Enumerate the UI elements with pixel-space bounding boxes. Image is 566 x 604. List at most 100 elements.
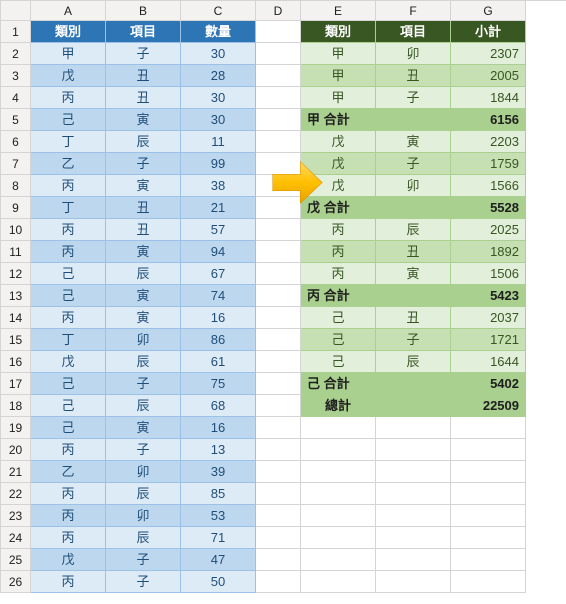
blue-cell[interactable]: 85 <box>181 483 256 505</box>
green-cell[interactable]: 戊 <box>301 131 376 153</box>
subtotal-value[interactable]: 6156 <box>451 109 526 131</box>
subtotal-cell[interactable] <box>376 109 451 131</box>
empty-cell[interactable] <box>301 461 376 483</box>
empty-cell[interactable] <box>301 439 376 461</box>
blue-cell[interactable]: 戊 <box>31 351 106 373</box>
row-header-12[interactable]: 12 <box>1 263 31 285</box>
empty-cell[interactable] <box>256 65 301 87</box>
subtotal-cell[interactable] <box>376 285 451 307</box>
empty-cell[interactable] <box>256 219 301 241</box>
blue-cell[interactable]: 丙 <box>31 175 106 197</box>
blue-cell[interactable]: 丁 <box>31 197 106 219</box>
row-header-11[interactable]: 11 <box>1 241 31 263</box>
empty-cell[interactable] <box>451 571 526 593</box>
empty-cell[interactable] <box>376 461 451 483</box>
green-cell[interactable]: 甲 <box>301 87 376 109</box>
blue-cell[interactable]: 74 <box>181 285 256 307</box>
green-cell[interactable]: 1721 <box>451 329 526 351</box>
empty-cell[interactable] <box>256 263 301 285</box>
empty-cell[interactable] <box>256 87 301 109</box>
blue-cell[interactable]: 辰 <box>106 483 181 505</box>
row-header-7[interactable]: 7 <box>1 153 31 175</box>
empty-cell[interactable] <box>376 527 451 549</box>
blue-cell[interactable]: 丑 <box>106 219 181 241</box>
blue-cell[interactable]: 丑 <box>106 197 181 219</box>
blue-cell[interactable]: 75 <box>181 373 256 395</box>
row-header-4[interactable]: 4 <box>1 87 31 109</box>
green-cell[interactable]: 丙 <box>301 241 376 263</box>
blue-cell[interactable]: 丙 <box>31 505 106 527</box>
empty-cell[interactable] <box>256 43 301 65</box>
blue-cell[interactable]: 丙 <box>31 527 106 549</box>
green-cell[interactable]: 子 <box>376 329 451 351</box>
blue-cell[interactable]: 53 <box>181 505 256 527</box>
empty-cell[interactable] <box>451 483 526 505</box>
subtotal-label[interactable]: 甲 合計 <box>301 109 376 131</box>
empty-cell[interactable] <box>256 483 301 505</box>
row-header-13[interactable]: 13 <box>1 285 31 307</box>
empty-cell[interactable] <box>451 527 526 549</box>
blue-cell[interactable]: 47 <box>181 549 256 571</box>
blue-cell[interactable]: 寅 <box>106 307 181 329</box>
subtotal-value[interactable]: 5528 <box>451 197 526 219</box>
row-header-18[interactable]: 18 <box>1 395 31 417</box>
grand-total-cell[interactable] <box>376 395 451 417</box>
green-cell[interactable]: 辰 <box>376 351 451 373</box>
blue-cell[interactable]: 丑 <box>106 65 181 87</box>
green-cell[interactable]: 子 <box>376 153 451 175</box>
blue-cell[interactable]: 己 <box>31 263 106 285</box>
blue-cell[interactable]: 己 <box>31 285 106 307</box>
green-cell[interactable]: 寅 <box>376 263 451 285</box>
green-header[interactable]: 類別 <box>301 21 376 43</box>
col-header-B[interactable]: B <box>106 1 181 21</box>
select-all-corner[interactable] <box>1 1 31 21</box>
green-header[interactable]: 小計 <box>451 21 526 43</box>
green-cell[interactable]: 2037 <box>451 307 526 329</box>
green-cell[interactable]: 己 <box>301 307 376 329</box>
empty-cell[interactable] <box>256 527 301 549</box>
blue-cell[interactable]: 21 <box>181 197 256 219</box>
green-cell[interactable]: 卯 <box>376 43 451 65</box>
blue-cell[interactable]: 丁 <box>31 131 106 153</box>
blue-cell[interactable]: 辰 <box>106 263 181 285</box>
empty-cell[interactable] <box>256 461 301 483</box>
green-cell[interactable]: 1506 <box>451 263 526 285</box>
col-header-E[interactable]: E <box>301 1 376 21</box>
empty-cell[interactable] <box>376 571 451 593</box>
blue-cell[interactable]: 99 <box>181 153 256 175</box>
green-cell[interactable]: 2307 <box>451 43 526 65</box>
empty-cell[interactable] <box>376 483 451 505</box>
green-header[interactable]: 項目 <box>376 21 451 43</box>
empty-cell[interactable] <box>256 417 301 439</box>
empty-cell[interactable] <box>256 505 301 527</box>
blue-cell[interactable]: 卯 <box>106 505 181 527</box>
blue-cell[interactable]: 16 <box>181 307 256 329</box>
blue-cell[interactable]: 戊 <box>31 65 106 87</box>
grand-total-label[interactable]: 總計 <box>301 395 376 417</box>
blue-cell[interactable]: 寅 <box>106 175 181 197</box>
row-header-24[interactable]: 24 <box>1 527 31 549</box>
blue-cell[interactable]: 辰 <box>106 527 181 549</box>
blue-cell[interactable]: 61 <box>181 351 256 373</box>
empty-cell[interactable] <box>376 439 451 461</box>
row-header-14[interactable]: 14 <box>1 307 31 329</box>
empty-cell[interactable] <box>256 21 301 43</box>
spreadsheet-grid[interactable]: ABCDEFG1類別項目數量類別項目小計2甲子30甲卯23073戊丑28甲丑20… <box>0 0 566 593</box>
green-cell[interactable]: 1844 <box>451 87 526 109</box>
green-cell[interactable]: 1892 <box>451 241 526 263</box>
empty-cell[interactable] <box>256 307 301 329</box>
blue-cell[interactable]: 子 <box>106 571 181 593</box>
subtotal-cell[interactable] <box>376 197 451 219</box>
blue-cell[interactable]: 丑 <box>106 87 181 109</box>
empty-cell[interactable] <box>451 461 526 483</box>
row-header-16[interactable]: 16 <box>1 351 31 373</box>
subtotal-value[interactable]: 5423 <box>451 285 526 307</box>
blue-cell[interactable]: 丙 <box>31 439 106 461</box>
subtotal-label[interactable]: 丙 合計 <box>301 285 376 307</box>
blue-cell[interactable]: 28 <box>181 65 256 87</box>
blue-cell[interactable]: 67 <box>181 263 256 285</box>
row-header-25[interactable]: 25 <box>1 549 31 571</box>
blue-cell[interactable]: 86 <box>181 329 256 351</box>
subtotal-label[interactable]: 己 合計 <box>301 373 376 395</box>
blue-cell[interactable]: 丙 <box>31 571 106 593</box>
